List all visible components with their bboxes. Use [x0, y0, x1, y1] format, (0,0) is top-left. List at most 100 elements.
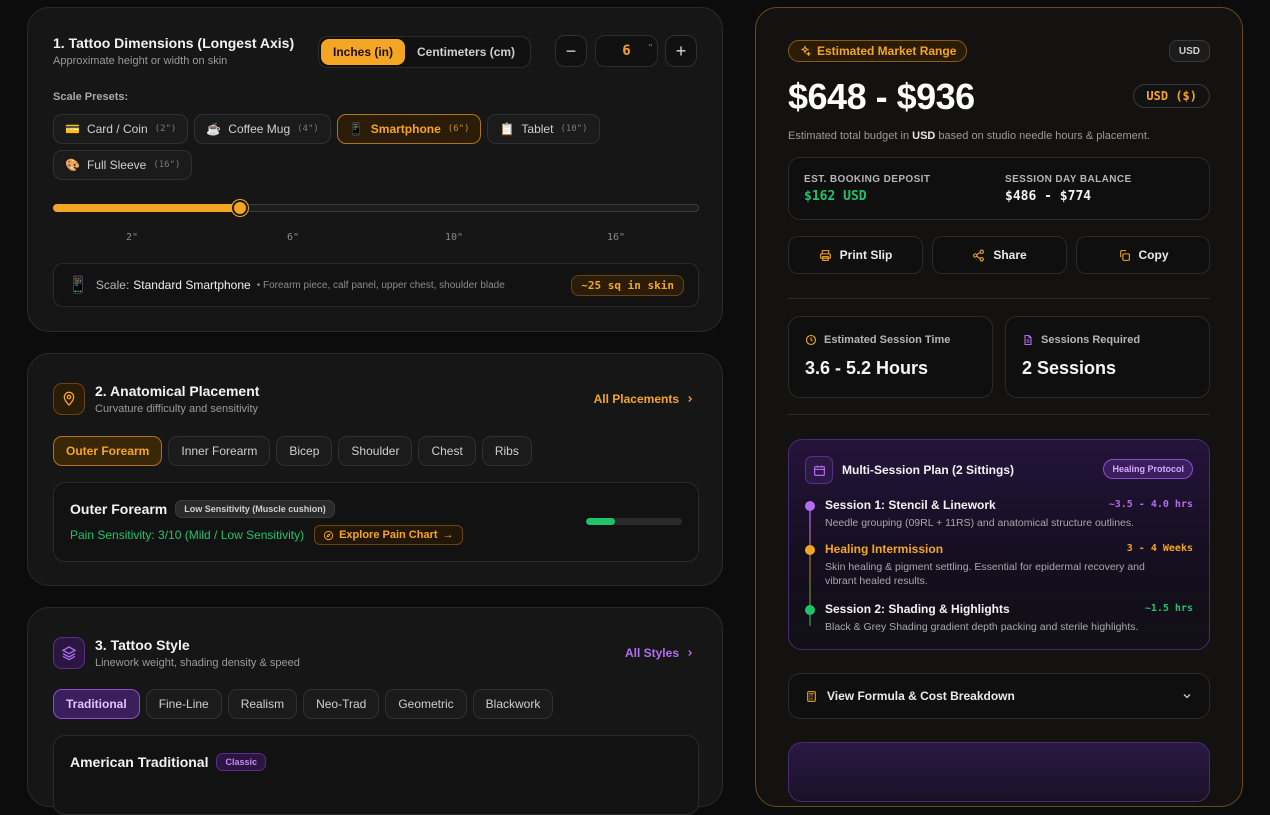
print-slip-label: Print Slip — [839, 248, 893, 262]
style-detail-name: American Traditional — [70, 754, 209, 770]
clock-icon — [805, 334, 817, 346]
plan-step-duration: 3 - 4 Weeks — [1126, 543, 1193, 554]
currency-selector[interactable]: USD ($) — [1133, 84, 1210, 108]
copy-label: Copy — [1138, 248, 1169, 262]
style-card: 3. Tattoo Style Linework weight, shading… — [27, 607, 723, 815]
decrease-size-button[interactable]: − — [555, 35, 587, 67]
budget-note-currency: USD — [912, 130, 936, 142]
placement-chip[interactable]: Shoulder — [338, 436, 413, 466]
document-icon — [1024, 334, 1032, 346]
style-classic-badge: Classic — [216, 753, 267, 771]
increase-size-button[interactable]: + — [665, 35, 697, 67]
preset-icon: 📱 — [348, 122, 364, 136]
slider-tick-2: 2" — [126, 232, 139, 243]
plan-step-description: Black & Grey Shading gradient depth pack… — [825, 621, 1139, 633]
placement-chip[interactable]: Ribs — [481, 436, 532, 466]
preset-chip[interactable]: 🎨 Full Sleeve (16") — [53, 150, 193, 180]
preset-chip[interactable]: ☕ Coffee Mug (4") — [194, 114, 331, 144]
healing-protocol-badge: Healing Protocol — [1103, 459, 1193, 479]
pain-meter — [586, 518, 682, 525]
unit-toggle: Inches (in) Centimeters (cm) — [318, 36, 531, 68]
placement-chip[interactable]: Inner Forearm — [168, 436, 271, 466]
plan-step-title: Session 2: Shading & Highlights — [825, 602, 1010, 616]
smartphone-icon: 📱 — [68, 277, 88, 294]
preset-chip[interactable]: 📱 Smartphone (6") — [336, 114, 482, 144]
preset-size: (4") — [297, 124, 319, 134]
preset-size: (10") — [560, 124, 588, 134]
style-chip[interactable]: Geometric — [385, 689, 467, 719]
share-icon — [973, 249, 985, 261]
preset-size: (2") — [154, 124, 177, 134]
dimensions-card: 1. Tattoo Dimensions (Longest Axis) Appr… — [27, 7, 723, 332]
session-time-value: 3.6 - 5.2 Hours — [805, 358, 929, 378]
chevron-right-icon — [688, 396, 693, 402]
calendar-icon-box — [805, 456, 833, 484]
calendar-icon — [813, 465, 825, 476]
all-styles-link[interactable]: All Styles — [625, 646, 695, 660]
preset-chip[interactable]: 📋 Tablet (10") — [487, 114, 600, 144]
slider-tick-16: 16" — [607, 232, 626, 243]
session-plan-title: Multi-Session Plan (2 Sittings) — [842, 463, 1015, 477]
preset-list: 💳 Card / Coin (2") ☕ Coffee Mug (4") 📱 Smartpho… — [53, 114, 613, 180]
slider-thumb[interactable] — [232, 200, 249, 216]
estimate-panel: Estimated Market Range USD $648 - $936 U… — [755, 7, 1243, 807]
share-button[interactable]: Share — [932, 236, 1067, 274]
style-chip[interactable]: Fine-Line — [145, 689, 222, 719]
style-title: 3. Tattoo Style — [95, 637, 190, 653]
size-input[interactable]: 6 " — [595, 35, 658, 67]
placement-subtitle: Curvature difficulty and sensitivity — [95, 403, 259, 415]
divider — [788, 298, 1210, 299]
explore-pain-chart-button[interactable]: Explore Pain Chart → — [314, 525, 463, 545]
copy-button[interactable]: Copy — [1076, 236, 1210, 274]
size-unit-mark: " — [648, 43, 652, 54]
timeline-dot — [805, 501, 815, 511]
unit-centimeters-button[interactable]: Centimeters (cm) — [409, 39, 523, 65]
preset-label: Full Sleeve — [86, 158, 147, 172]
style-chip[interactable]: Realism — [227, 689, 298, 719]
market-range-label: Estimated Market Range — [817, 44, 957, 58]
balance-label: SESSION DAY BALANCE — [1005, 174, 1132, 185]
budget-note-post: based on studio needle hours & placement… — [935, 130, 1151, 142]
all-styles-label: All Styles — [624, 646, 679, 660]
presets-label: Scale Presets: — [53, 91, 129, 103]
style-detail-box: American Traditional Classic — [53, 735, 699, 815]
unit-inches-button[interactable]: Inches (in) — [321, 39, 406, 65]
all-placements-link[interactable]: All Placements — [594, 392, 695, 406]
style-chip-list: Traditional Fine-Line Realism Neo-Trad Geome… — [53, 689, 554, 719]
placement-detail-box: Outer Forearm Low Sensitivity (Muscle cu… — [53, 482, 699, 562]
timeline-dot — [805, 545, 815, 555]
session-plan-box: Multi-Session Plan (2 Sittings) Healing … — [788, 439, 1210, 650]
budget-note-pre: Estimated total budget in — [788, 130, 913, 142]
sessions-required-label: Sessions Required — [1041, 334, 1141, 346]
budget-note: Estimated total budget in USD based on s… — [788, 130, 1150, 142]
dimensions-subtitle: Approximate height or width on skin — [53, 55, 228, 67]
preset-chip[interactable]: 💳 Card / Coin (2") — [53, 114, 189, 144]
preset-label: Tablet — [521, 122, 554, 136]
market-range-badge: Estimated Market Range — [788, 40, 968, 62]
size-value: 6 — [622, 43, 631, 59]
formula-breakdown-label: View Formula & Cost Breakdown — [827, 689, 1015, 703]
chevron-right-icon — [688, 650, 693, 656]
preset-label: Card / Coin — [86, 122, 148, 136]
style-chip[interactable]: Blackwork — [472, 689, 554, 719]
size-slider[interactable] — [53, 200, 699, 216]
formula-breakdown-toggle[interactable]: View Formula & Cost Breakdown — [788, 673, 1210, 719]
scale-name: Standard Smartphone — [133, 278, 251, 292]
style-chip[interactable]: Neo-Trad — [303, 689, 380, 719]
scale-area-badge: ~25 sq in skin — [571, 274, 684, 296]
placement-detail-name: Outer Forearm — [70, 501, 168, 517]
slider-fill — [53, 204, 241, 212]
plan-step-title: Session 1: Stencil & Linework — [825, 498, 996, 512]
print-slip-button[interactable]: Print Slip — [788, 236, 923, 274]
compass-icon — [324, 530, 334, 540]
placement-chip[interactable]: Outer Forearm — [53, 436, 163, 466]
printer-icon — [819, 249, 831, 261]
placement-chip[interactable]: Bicep — [276, 436, 333, 466]
placement-chip[interactable]: Chest — [418, 436, 476, 466]
slider-tick-6: 6" — [287, 232, 300, 243]
style-chip[interactable]: Traditional — [53, 689, 140, 719]
style-icon-box — [53, 637, 85, 669]
scale-description: • Forearm piece, calf panel, upper chest… — [256, 279, 505, 291]
currency-tag: USD — [1168, 40, 1210, 62]
bottom-promo-box — [788, 742, 1210, 802]
